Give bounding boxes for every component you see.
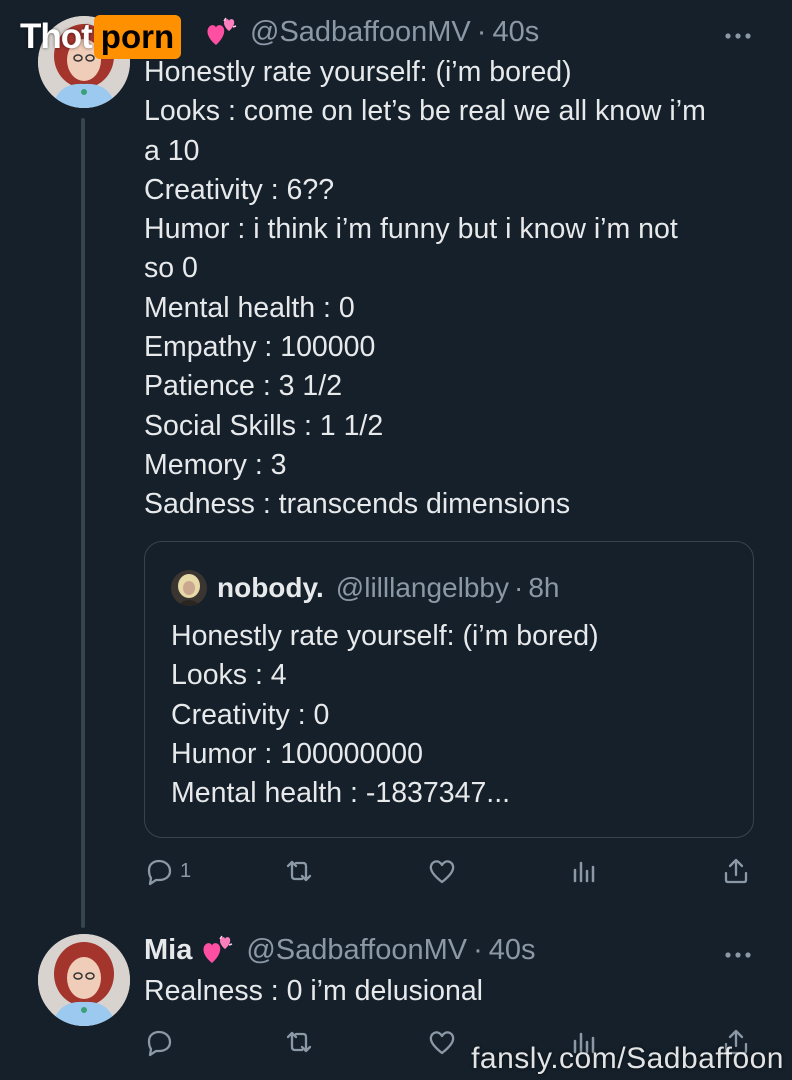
tweet1-more-icon[interactable] — [724, 16, 752, 47]
watermark-text-a: Thot — [20, 17, 93, 56]
tweet1-action-bar: 1 — [144, 851, 764, 891]
retweet-icon — [284, 856, 314, 886]
quoted-tweet-line: Looks : 4 — [171, 659, 287, 692]
tweet1-header: @SadbaffoonMV · 40s — [196, 12, 539, 52]
views-icon — [569, 856, 599, 886]
quoted-tweet-card[interactable]: nobody. @lilllangelbby · 8h Honestly rat… — [144, 541, 754, 838]
tweet2-display-name[interactable]: Mia — [144, 934, 192, 967]
tweet2-body: Realness : 0 i’m delusional — [144, 972, 483, 1011]
thotporn-watermark: Thot porn — [20, 14, 182, 60]
tweet2-like-button[interactable] — [427, 1022, 457, 1062]
share-icon — [721, 856, 751, 886]
tweet1-reply-count: 1 — [180, 859, 192, 882]
tweet2-retweet-button[interactable] — [284, 1022, 314, 1062]
reply-icon — [144, 1027, 174, 1057]
quoted-tweet-line: Humor : 100000000 — [171, 737, 423, 770]
tweet1-line: Humor : i think i’m funny but i know i’m… — [144, 213, 678, 246]
heart-icon — [427, 856, 457, 886]
tweet1-line: Creativity : 6?? — [144, 173, 335, 206]
thread-connector-line — [81, 118, 85, 928]
tweet1-share-button[interactable] — [721, 851, 751, 891]
tweet1-like-button[interactable] — [427, 851, 457, 891]
reply-icon — [144, 856, 174, 886]
tweet2-timestamp[interactable]: 40s — [489, 934, 536, 967]
quoted-tweet-line: Honestly rate yourself: (i’m bored) — [171, 620, 599, 652]
quoted-tweet-header: nobody. @lilllangelbby · 8h — [171, 568, 559, 608]
quoted-tweet-separator: · — [513, 572, 524, 603]
quoted-tweet-line: Creativity : 0 — [171, 698, 330, 731]
tweet2-header: Mia @SadbaffoonMV · 40s — [144, 930, 536, 970]
heart-icon — [427, 1027, 457, 1057]
tweet2-hearts-emoji-icon — [200, 933, 236, 967]
tweet2-line: Realness : 0 i’m delusional — [144, 975, 484, 1007]
tweet2-more-icon[interactable] — [724, 935, 752, 966]
retweet-icon — [284, 1027, 314, 1057]
tweet1-line: Mental health : 0 — [144, 291, 355, 324]
tweet1-hearts-emoji-icon — [204, 15, 240, 49]
tweet1-line: Memory : 3 — [144, 448, 287, 481]
tweet1-line: Sadness : transcends dimensions — [144, 488, 571, 521]
tweet1-line: Looks : come on let’s be real we all kno… — [144, 95, 706, 128]
tweet1-reply-button[interactable]: 1 — [144, 851, 191, 891]
tweet1-line: Empathy : 100000 — [144, 331, 376, 364]
tweet2-separator: · — [473, 933, 483, 966]
tweet1-timestamp[interactable]: 40s — [492, 16, 539, 49]
tweet1-body: Honestly rate yourself: (i’m bored) Look… — [144, 53, 706, 525]
quoted-tweet-handle: @lilllangelbby — [335, 572, 509, 603]
tweet1-retweet-button[interactable] — [284, 851, 314, 891]
tweet1-line: Social Skills : 1 1/2 — [144, 409, 384, 442]
tweet1-views-button[interactable] — [569, 851, 599, 891]
tweet1-line: so 0 — [144, 252, 198, 285]
quoted-tweet-line: Mental health : -1837347... — [171, 777, 511, 810]
quoted-tweet-name: nobody. — [217, 572, 324, 603]
quoted-tweet-timestamp: 8h — [528, 572, 560, 603]
tweet1-line: a 10 — [144, 134, 200, 167]
tweet1-line: Honestly rate yourself: (i’m bored) — [144, 56, 572, 88]
tweet2-handle[interactable]: @SadbaffoonMV — [246, 934, 467, 967]
fansly-watermark: fansly.com/Sadbaffoon — [471, 1042, 784, 1075]
watermark-text-b: porn — [93, 15, 182, 59]
quoted-tweet-body: Honestly rate yourself: (i’m bored) Look… — [171, 617, 599, 813]
tweet1-line: Patience : 3 1/2 — [144, 370, 343, 403]
quoted-tweet-avatar — [171, 570, 207, 606]
tweet2-avatar[interactable] — [38, 934, 130, 1026]
tweet1-separator: · — [476, 15, 487, 48]
tweet2-reply-button[interactable] — [144, 1022, 174, 1062]
tweet1-handle[interactable]: @SadbaffoonMV — [250, 16, 471, 49]
